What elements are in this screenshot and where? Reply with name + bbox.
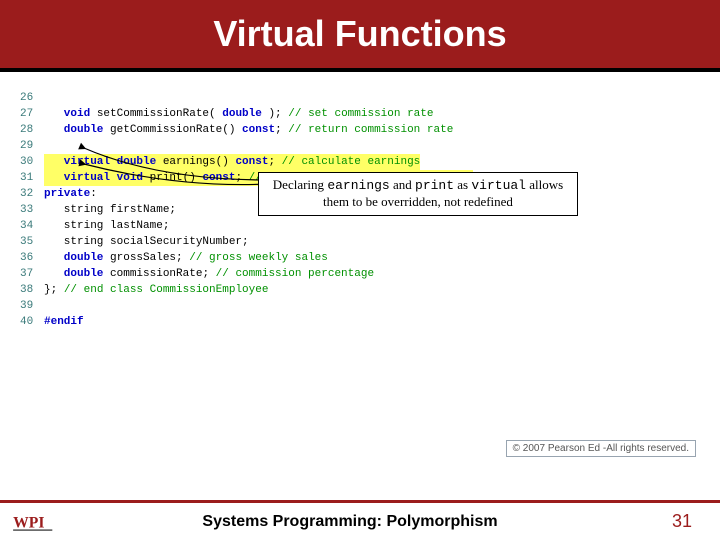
code-content: string socialSecurityNumber; bbox=[44, 234, 249, 250]
line-number: 38 bbox=[20, 282, 44, 298]
line-number: 34 bbox=[20, 218, 44, 234]
code-line: 30 virtual double earnings() const; // c… bbox=[20, 154, 700, 170]
line-number: 27 bbox=[20, 106, 44, 122]
code-line: 35 string socialSecurityNumber; bbox=[20, 234, 700, 250]
callout-code: earnings bbox=[327, 178, 389, 193]
copyright-notice: © 2007 Pearson Ed -All rights reserved. bbox=[506, 440, 696, 457]
line-number: 30 bbox=[20, 154, 44, 170]
code-line: 34 string lastName; bbox=[20, 218, 700, 234]
line-number: 36 bbox=[20, 250, 44, 266]
code-line: 26 bbox=[20, 90, 700, 106]
slide-title: Virtual Functions bbox=[213, 13, 506, 55]
callout-text: as bbox=[454, 177, 471, 192]
callout-code: virtual bbox=[471, 178, 526, 193]
code-line: 38}; // end class CommissionEmployee bbox=[20, 282, 700, 298]
line-number: 37 bbox=[20, 266, 44, 282]
code-content: string firstName; bbox=[44, 202, 176, 218]
callout-text: Declaring bbox=[273, 177, 328, 192]
code-content: virtual double earnings() const; // calc… bbox=[44, 154, 420, 170]
slide-header: Virtual Functions bbox=[0, 0, 720, 72]
code-line: 28 double getCommissionRate() const; // … bbox=[20, 122, 700, 138]
code-content: #endif bbox=[44, 314, 84, 330]
line-number: 31 bbox=[20, 170, 44, 186]
callout-code: print bbox=[415, 178, 454, 193]
code-block: 2627 void setCommissionRate( double ); /… bbox=[0, 72, 720, 330]
code-line: 36 double grossSales; // gross weekly sa… bbox=[20, 250, 700, 266]
line-number: 32 bbox=[20, 186, 44, 202]
code-content: string lastName; bbox=[44, 218, 169, 234]
annotation-callout: Declaring earnings and print as virtual … bbox=[258, 172, 578, 216]
callout-text: and bbox=[390, 177, 415, 192]
code-content: double getCommissionRate() const; // ret… bbox=[44, 122, 453, 138]
code-line: 29 bbox=[20, 138, 700, 154]
line-number: 29 bbox=[20, 138, 44, 154]
code-line: 39 bbox=[20, 298, 700, 314]
line-number: 33 bbox=[20, 202, 44, 218]
code-content: void setCommissionRate( double ); // set… bbox=[44, 106, 434, 122]
line-number: 40 bbox=[20, 314, 44, 330]
slide-footer: WPI Systems Programming: Polymorphism 31 bbox=[0, 500, 720, 540]
code-line: 40#endif bbox=[20, 314, 700, 330]
code-content: double commissionRate; // commission per… bbox=[44, 266, 374, 282]
code-content: private: bbox=[44, 186, 97, 202]
line-number: 26 bbox=[20, 90, 44, 106]
code-content: }; // end class CommissionEmployee bbox=[44, 282, 268, 298]
footer-subtitle: Systems Programming: Polymorphism bbox=[28, 513, 672, 531]
page-number: 31 bbox=[672, 511, 692, 532]
code-line: 37 double commissionRate; // commission … bbox=[20, 266, 700, 282]
code-content: double grossSales; // gross weekly sales bbox=[44, 250, 328, 266]
code-line: 27 void setCommissionRate( double ); // … bbox=[20, 106, 700, 122]
line-number: 35 bbox=[20, 234, 44, 250]
line-number: 39 bbox=[20, 298, 44, 314]
line-number: 28 bbox=[20, 122, 44, 138]
